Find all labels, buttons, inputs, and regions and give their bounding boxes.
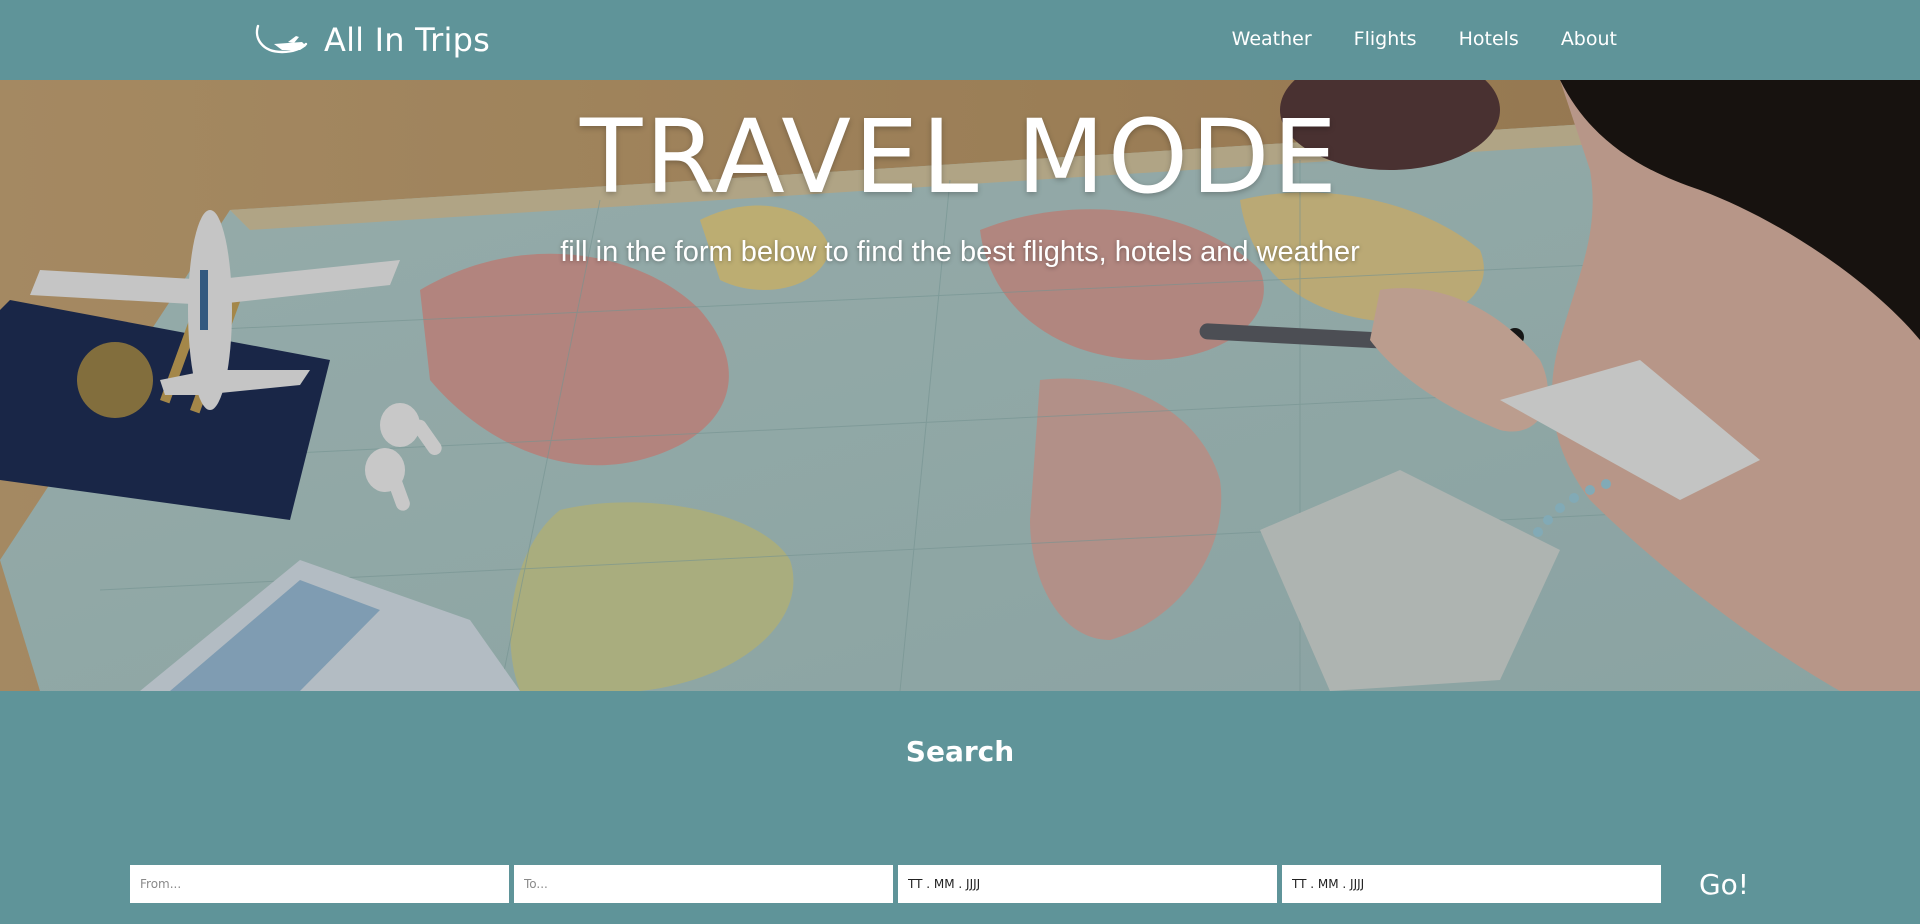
from-input[interactable] bbox=[130, 865, 509, 903]
hero-subtitle: fill in the form below to find the best … bbox=[560, 236, 1360, 268]
to-input[interactable] bbox=[514, 865, 893, 903]
main-nav: Weather Flights Hotels About bbox=[1232, 24, 1617, 54]
brand-name: All In Trips bbox=[324, 21, 491, 59]
airplane-swoosh-icon bbox=[255, 24, 308, 54]
nav-link-flights[interactable]: Flights bbox=[1354, 24, 1417, 54]
search-form: Go! bbox=[130, 865, 1790, 903]
navbar: All In Trips Weather Flights Hotels Abou… bbox=[0, 0, 1920, 80]
hero-section: TRAVEL MODE fill in the form below to fi… bbox=[0, 80, 1920, 691]
brand-link[interactable]: All In Trips bbox=[252, 18, 490, 62]
departure-date-input[interactable] bbox=[898, 865, 1277, 903]
nav-link-hotels[interactable]: Hotels bbox=[1459, 24, 1519, 54]
nav-link-weather[interactable]: Weather bbox=[1232, 24, 1312, 54]
nav-link-about[interactable]: About bbox=[1561, 24, 1617, 54]
go-button[interactable]: Go! bbox=[1676, 861, 1772, 907]
return-date-input[interactable] bbox=[1282, 865, 1661, 903]
hero-title: TRAVEL MODE bbox=[579, 98, 1341, 217]
search-title: Search bbox=[905, 735, 1015, 768]
